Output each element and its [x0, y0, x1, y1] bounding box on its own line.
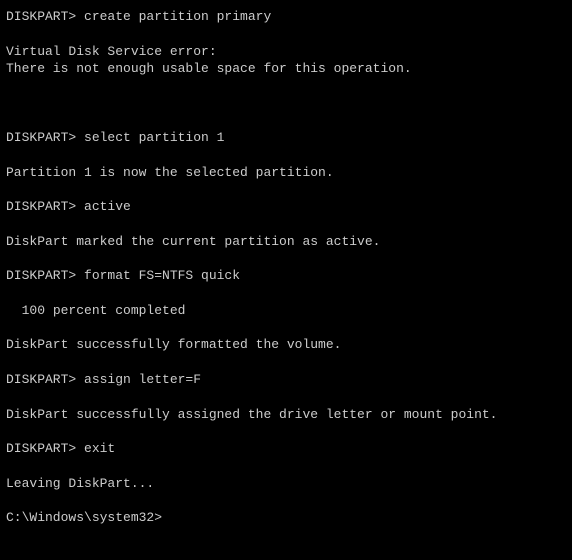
terminal-block: DISKPART> active	[6, 198, 566, 216]
terminal-block: Partition 1 is now the selected partitio…	[6, 164, 566, 182]
terminal-line: Leaving DiskPart...	[6, 475, 566, 493]
terminal-block: DISKPART> create partition primary	[6, 8, 566, 26]
terminal-block: Virtual Disk Service error:There is not …	[6, 43, 566, 78]
terminal-line: DISKPART> create partition primary	[6, 8, 566, 26]
terminal-line: Virtual Disk Service error:	[6, 43, 566, 61]
terminal-line: 100 percent completed	[6, 302, 566, 320]
terminal-line: DISKPART> exit	[6, 440, 566, 458]
terminal-block: DISKPART> format FS=NTFS quick	[6, 267, 566, 285]
terminal-block: DISKPART> assign letter=F	[6, 371, 566, 389]
terminal-line: DISKPART> format FS=NTFS quick	[6, 267, 566, 285]
terminal-line	[6, 95, 566, 113]
terminal-block	[6, 95, 566, 113]
terminal-line: There is not enough usable space for thi…	[6, 60, 566, 78]
terminal-line: DISKPART> active	[6, 198, 566, 216]
terminal-block: DISKPART> exit	[6, 440, 566, 458]
terminal-block: DiskPart successfully formatted the volu…	[6, 336, 566, 354]
terminal-line: DISKPART> select partition 1	[6, 129, 566, 147]
terminal-block: C:\Windows\system32>	[6, 509, 566, 527]
terminal-line: DISKPART> assign letter=F	[6, 371, 566, 389]
terminal-block: DISKPART> select partition 1	[6, 129, 566, 147]
terminal-line: DiskPart successfully assigned the drive…	[6, 406, 566, 424]
terminal-block: Leaving DiskPart...	[6, 475, 566, 493]
terminal-block: 100 percent completed	[6, 302, 566, 320]
terminal-line: DiskPart marked the current partition as…	[6, 233, 566, 251]
terminal-line: Partition 1 is now the selected partitio…	[6, 164, 566, 182]
terminal-line: C:\Windows\system32>	[6, 509, 566, 527]
terminal-output[interactable]: DISKPART> create partition primary Virtua…	[6, 8, 566, 527]
terminal-block: DiskPart successfully assigned the drive…	[6, 406, 566, 424]
terminal-line: DiskPart successfully formatted the volu…	[6, 336, 566, 354]
terminal-block: DiskPart marked the current partition as…	[6, 233, 566, 251]
